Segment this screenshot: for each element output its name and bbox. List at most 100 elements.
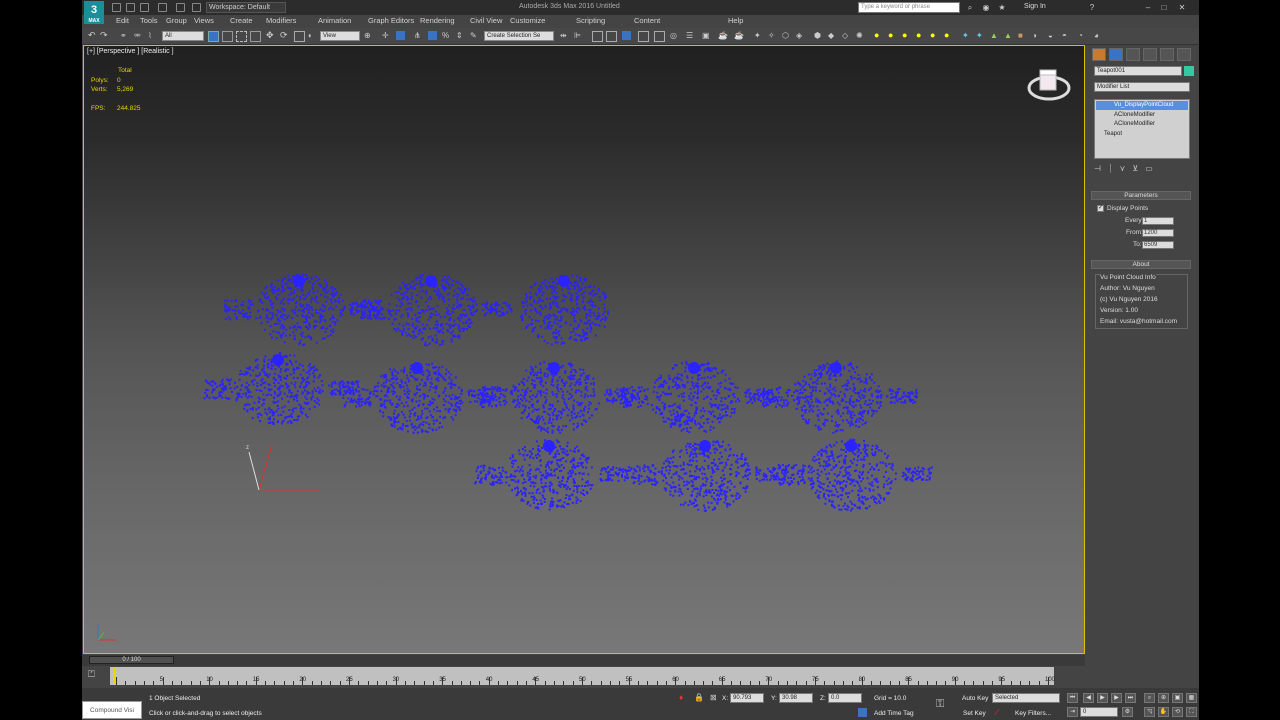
- toggle-ribbon-icon[interactable]: [606, 31, 617, 42]
- redo-icon[interactable]: ↷: [100, 31, 109, 40]
- key-mode-toggle-icon[interactable]: ⇥: [1067, 707, 1078, 717]
- y-coordinate-field[interactable]: 30.98: [779, 693, 813, 703]
- favorites-icon[interactable]: ★: [996, 2, 1008, 13]
- object-name-input[interactable]: Teapot001: [1094, 66, 1182, 76]
- stack-tools[interactable]: ⊣⏐⋎⊻▭: [1094, 164, 1190, 174]
- field-of-view-icon[interactable]: ◹: [1144, 707, 1155, 717]
- menu-customize[interactable]: Customize: [510, 16, 545, 25]
- close-icon[interactable]: ✕: [1176, 2, 1188, 13]
- select-object-icon[interactable]: [208, 31, 219, 42]
- open-file-icon[interactable]: [126, 3, 135, 12]
- save-file-icon[interactable]: [140, 3, 149, 12]
- helper-3-icon[interactable]: ▲: [990, 31, 999, 40]
- redo-icon[interactable]: [176, 3, 185, 12]
- workspace-dropdown[interactable]: Workspace: Default: [206, 2, 286, 13]
- mirror-icon[interactable]: ⇹: [560, 31, 569, 40]
- stack-item-clone-2[interactable]: ACloneModifier: [1096, 120, 1188, 129]
- zoom-extents-all-icon[interactable]: ▦: [1186, 693, 1197, 703]
- render-production-icon[interactable]: ☕: [718, 31, 728, 40]
- menu-modifiers[interactable]: Modifiers: [266, 16, 296, 25]
- display-tab-icon[interactable]: [1160, 48, 1174, 61]
- angle-snap-icon[interactable]: [428, 31, 437, 40]
- helper-4-icon[interactable]: ▲: [1004, 31, 1013, 40]
- sign-in-link[interactable]: Sign In: [1024, 3, 1046, 10]
- reference-coordinate-dropdown[interactable]: View: [320, 31, 360, 41]
- cart-icon[interactable]: ◉: [980, 2, 992, 13]
- go-to-start-icon[interactable]: ⏮: [1067, 693, 1078, 703]
- pivot-center-icon[interactable]: ⊕: [364, 31, 373, 40]
- rendered-frame-window-icon[interactable]: ▣: [702, 31, 711, 40]
- align-icon[interactable]: ⊫: [574, 31, 583, 40]
- object-color-swatch[interactable]: [1184, 66, 1194, 76]
- time-configuration-icon[interactable]: ⚙: [1122, 707, 1133, 717]
- menu-views[interactable]: Views: [194, 16, 214, 25]
- extra-tool-1-icon[interactable]: ✦: [754, 31, 763, 40]
- extra-tool-7-icon[interactable]: ◇: [842, 31, 851, 40]
- render-setup-icon[interactable]: ☰: [686, 31, 695, 40]
- material-editor-icon[interactable]: ◎: [670, 31, 679, 40]
- extra-tool-5-icon[interactable]: ⬢: [814, 31, 823, 40]
- window-crossing-icon[interactable]: [250, 31, 261, 42]
- time-tag-icon[interactable]: [858, 708, 867, 717]
- menu-content[interactable]: Content: [634, 16, 660, 25]
- app-logo-button[interactable]: 3 MAX: [84, 1, 104, 24]
- viewcube-icon[interactable]: [1024, 64, 1074, 108]
- layer-manager-icon[interactable]: [592, 31, 603, 42]
- modify-tab-icon[interactable]: [1109, 48, 1123, 61]
- extra-tool-2-icon[interactable]: ✧: [768, 31, 777, 40]
- add-time-tag-button[interactable]: Add Time Tag: [874, 710, 914, 717]
- isolate-selection-icon[interactable]: ♦: [679, 693, 683, 702]
- viewport-label[interactable]: [+] [Perspective ] [Realistic ]: [87, 48, 174, 55]
- stack-item-pointcloud[interactable]: Vu_DisplayPointCloud: [1096, 101, 1188, 110]
- helper-1-icon[interactable]: ✦: [962, 31, 971, 40]
- named-selection-dropdown[interactable]: Create Selection Se: [484, 31, 554, 41]
- project-folder-icon[interactable]: [192, 3, 201, 12]
- keyboard-shortcut-toggle-icon[interactable]: [396, 31, 405, 40]
- light-3-icon[interactable]: ●: [902, 31, 911, 40]
- unlink-icon[interactable]: ⚮: [134, 31, 143, 40]
- placement-icon[interactable]: ◐: [308, 31, 317, 40]
- play-icon[interactable]: ▶: [1097, 693, 1108, 703]
- to-spinner[interactable]: 6509: [1142, 241, 1174, 249]
- menu-civil-view[interactable]: Civil View: [470, 16, 502, 25]
- schematic-view-icon[interactable]: [654, 31, 665, 42]
- search-input[interactable]: Type a keyword or phrase: [858, 2, 960, 13]
- maxscript-listener[interactable]: Compound Visi: [82, 701, 142, 719]
- new-file-icon[interactable]: [112, 3, 121, 12]
- create-tab-icon[interactable]: [1092, 48, 1106, 61]
- menu-edit[interactable]: Edit: [116, 16, 129, 25]
- selection-lock-icon[interactable]: 🔒: [694, 693, 704, 702]
- light-2-icon[interactable]: ●: [888, 31, 897, 40]
- menu-rendering[interactable]: Rendering: [420, 16, 455, 25]
- key-mode-dropdown[interactable]: Selected: [992, 693, 1060, 703]
- scene-explorer-icon[interactable]: [622, 31, 631, 40]
- track-bar-toggle-icon[interactable]: ⏍: [88, 669, 102, 683]
- select-manipulate-icon[interactable]: ✛: [382, 31, 391, 40]
- maximize-icon[interactable]: □: [1158, 2, 1170, 13]
- orbit-icon[interactable]: ⟲: [1172, 707, 1183, 717]
- about-rollout[interactable]: About: [1091, 260, 1191, 269]
- menu-help[interactable]: Help: [728, 16, 743, 25]
- from-spinner[interactable]: 1200: [1142, 229, 1174, 237]
- extra-tool-4-icon[interactable]: ◈: [796, 31, 805, 40]
- menu-tools[interactable]: Tools: [140, 16, 158, 25]
- helper-9-icon[interactable]: ◔: [1078, 31, 1087, 40]
- perspective-viewport[interactable]: [+] [Perspective ] [Realistic ] Total Po…: [83, 45, 1085, 654]
- zoom-icon[interactable]: ⌕: [1144, 693, 1155, 703]
- time-slider[interactable]: 0 / 100: [89, 656, 174, 664]
- next-frame-icon[interactable]: ▶: [1111, 693, 1122, 703]
- utilities-tab-icon[interactable]: [1177, 48, 1191, 61]
- helper-8-icon[interactable]: ◓: [1062, 31, 1071, 40]
- time-slider-track[interactable]: [82, 655, 1085, 666]
- set-key-button[interactable]: Set Key: [963, 710, 986, 717]
- key-filters-button[interactable]: Key Filters...: [1015, 710, 1051, 717]
- helper-10-icon[interactable]: ◕: [1094, 31, 1103, 40]
- absolute-mode-icon[interactable]: ⊠: [710, 693, 717, 702]
- stack-item-teapot[interactable]: Teapot: [1096, 130, 1188, 139]
- snaps-toggle-icon[interactable]: ⋔: [414, 31, 423, 40]
- rectangular-selection-icon[interactable]: [236, 31, 247, 42]
- previous-frame-icon[interactable]: ◀: [1083, 693, 1094, 703]
- modifier-list-dropdown[interactable]: Modifier List: [1094, 82, 1190, 92]
- light-1-icon[interactable]: ●: [874, 31, 883, 40]
- edit-named-selection-icon[interactable]: ✎: [470, 31, 479, 40]
